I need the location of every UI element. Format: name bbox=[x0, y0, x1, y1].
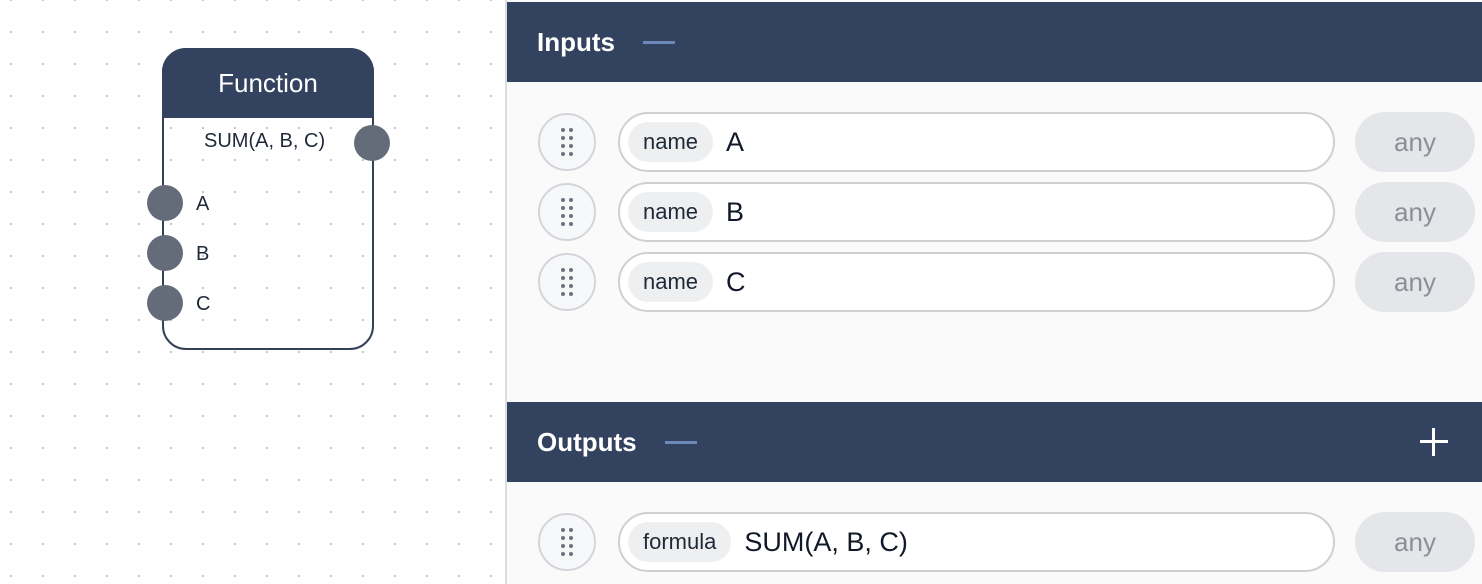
input-row-b: name B any bbox=[507, 182, 1482, 242]
node-title: Function bbox=[218, 67, 318, 98]
input-port-c[interactable] bbox=[147, 285, 183, 321]
field-value: C bbox=[726, 266, 746, 297]
outputs-section-title: Outputs bbox=[537, 426, 637, 457]
drag-handle[interactable] bbox=[538, 253, 596, 311]
inputs-section-header: Inputs bbox=[507, 2, 1482, 82]
type-select[interactable]: any bbox=[1355, 252, 1475, 312]
drag-handle[interactable] bbox=[538, 183, 596, 241]
field-tag: name bbox=[628, 262, 714, 302]
input-port-label: A bbox=[196, 193, 210, 215]
field-value: A bbox=[726, 126, 745, 157]
inputs-section-title: Inputs bbox=[537, 26, 615, 57]
input-row-c: name C any bbox=[507, 252, 1482, 312]
minus-icon[interactable] bbox=[664, 440, 697, 444]
input-port-label: B bbox=[196, 243, 210, 265]
output-port[interactable] bbox=[354, 125, 390, 161]
properties-panel: Inputs name A any name B any name C any bbox=[505, 0, 1482, 584]
outputs-section-header: Outputs bbox=[507, 402, 1482, 482]
type-select[interactable]: any bbox=[1355, 112, 1475, 172]
drag-handle[interactable] bbox=[538, 513, 596, 571]
plus-icon[interactable] bbox=[1420, 428, 1448, 456]
type-select[interactable]: any bbox=[1355, 512, 1475, 572]
function-node[interactable]: Function SUM(A, B, C) A B C bbox=[147, 48, 390, 350]
field-tag: name bbox=[628, 192, 714, 232]
input-port-a[interactable] bbox=[147, 185, 183, 221]
drag-handle-icon bbox=[561, 528, 573, 556]
field-tag: name bbox=[628, 122, 714, 162]
graph-canvas[interactable]: Function SUM(A, B, C) A B C bbox=[0, 0, 505, 584]
input-row-a: name A any bbox=[507, 112, 1482, 172]
node-header[interactable]: Function bbox=[162, 48, 374, 118]
field-tag: formula bbox=[628, 522, 732, 562]
input-port-label: C bbox=[196, 293, 211, 315]
field-value: B bbox=[726, 196, 745, 227]
drag-handle[interactable] bbox=[538, 113, 596, 171]
type-select[interactable]: any bbox=[1355, 182, 1475, 242]
input-name-field[interactable]: name B bbox=[618, 182, 1335, 242]
drag-handle-icon bbox=[561, 268, 573, 296]
drag-handle-icon bbox=[561, 128, 573, 156]
node-output-label: SUM(A, B, C) bbox=[204, 130, 326, 152]
input-name-field[interactable]: name A bbox=[618, 112, 1335, 172]
input-port-b[interactable] bbox=[147, 235, 183, 271]
drag-handle-icon bbox=[561, 198, 573, 226]
field-value: SUM(A, B, C) bbox=[744, 526, 908, 557]
output-row: formula SUM(A, B, C) any bbox=[507, 512, 1482, 572]
input-name-field[interactable]: name C bbox=[618, 252, 1335, 312]
minus-icon[interactable] bbox=[643, 40, 675, 44]
output-formula-field[interactable]: formula SUM(A, B, C) bbox=[618, 512, 1335, 572]
